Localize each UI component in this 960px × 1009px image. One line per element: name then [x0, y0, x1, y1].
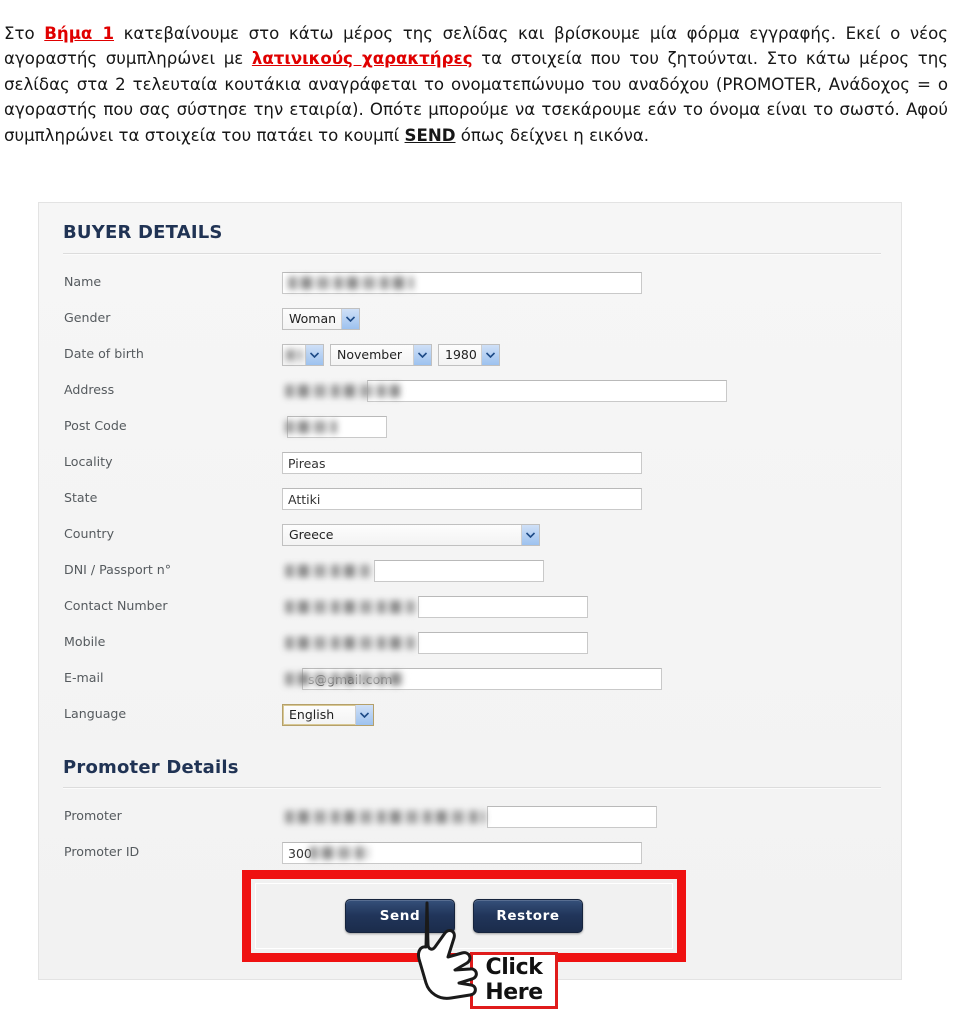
address-label: Address [64, 381, 115, 397]
date-of-birth-label: Date of birth [64, 345, 144, 361]
field-row-address: Address [39, 373, 901, 409]
dob-day-select[interactable] [282, 343, 324, 366]
dni-label: DNI / Passport n° [64, 561, 172, 577]
promoter-input[interactable] [487, 805, 657, 828]
field-row-state: State Attiki [39, 481, 901, 517]
gender-select[interactable]: Woman [282, 307, 360, 330]
email-label: E-mail [64, 669, 104, 685]
address-input[interactable] [367, 379, 727, 402]
promoter-id-label: Promoter ID [64, 843, 140, 859]
click-here-line-2: Here [485, 980, 543, 1006]
name-input[interactable] [282, 271, 642, 294]
dob-year-value: 1980 [445, 347, 477, 363]
chevron-down-icon [341, 308, 359, 329]
state-label: State [64, 489, 98, 505]
field-row-date-of-birth: Date of birth November 1980 [39, 337, 901, 373]
dob-month-select[interactable]: November [330, 343, 432, 366]
restore-button[interactable]: Restore [473, 898, 583, 933]
country-select[interactable]: Greece [282, 523, 540, 546]
instruction-text-4: όπως δείχνει η εικόνα. [455, 125, 650, 145]
gender-select-value: Woman [289, 311, 337, 327]
language-label: Language [64, 705, 127, 721]
language-select-value: English [289, 707, 335, 723]
buyer-section-divider [63, 252, 881, 254]
redaction-promoter [285, 810, 485, 824]
language-select[interactable]: English [282, 703, 374, 726]
field-row-language: Language English [39, 697, 901, 733]
email-input[interactable]: s@gmail.com [302, 667, 662, 690]
locality-input[interactable]: Pireas [282, 451, 642, 474]
locality-label: Locality [64, 453, 113, 469]
send-button-callout-box: Send Restore [242, 869, 686, 962]
chevron-down-icon [355, 704, 373, 725]
promoter-id-input[interactable]: 300 [282, 841, 642, 864]
name-label: Name [64, 273, 102, 289]
instruction-text-1: Στο [4, 23, 45, 43]
field-row-mobile: Mobile [39, 625, 901, 661]
step-highlight: Βήμα 1 [44, 23, 115, 43]
buyer-details-heading: BUYER DETAILS [63, 221, 223, 243]
field-row-email: E-mail s@gmail.com [39, 661, 901, 697]
redaction-contact [285, 600, 415, 614]
promoter-details-heading: Promoter Details [63, 756, 239, 778]
mobile-label: Mobile [64, 633, 106, 649]
redaction-dni [285, 564, 370, 578]
postcode-input[interactable] [287, 415, 387, 438]
dni-input[interactable] [374, 559, 544, 582]
postcode-label: Post Code [64, 417, 127, 433]
field-row-country: Country Greece [39, 517, 901, 553]
dob-month-value: November [337, 347, 403, 363]
send-button[interactable]: Send [345, 898, 455, 933]
chevron-down-icon [481, 344, 499, 365]
field-row-gender: Gender Woman [39, 301, 901, 337]
field-row-promoter: Promoter [39, 799, 901, 835]
country-label: Country [64, 525, 115, 541]
promoter-section-divider [63, 786, 881, 788]
country-select-value: Greece [289, 527, 334, 543]
mobile-input[interactable] [418, 631, 588, 654]
chevron-down-icon [413, 344, 431, 365]
field-row-dni: DNI / Passport n° [39, 553, 901, 589]
state-input[interactable]: Attiki [282, 487, 642, 510]
field-row-name: Name [39, 265, 901, 301]
dob-year-select[interactable]: 1980 [438, 343, 500, 366]
gender-label: Gender [64, 309, 111, 325]
chevron-down-icon [305, 344, 323, 365]
contact-number-label: Contact Number [64, 597, 168, 613]
send-keyword: SEND [404, 125, 456, 145]
redaction-dob-day [286, 349, 302, 361]
promoter-label: Promoter [64, 807, 122, 823]
field-row-locality: Locality Pireas [39, 445, 901, 481]
registration-form-screenshot: BUYER DETAILS Name Gender Woman Date of … [38, 201, 902, 980]
redaction-mobile [285, 636, 415, 650]
contact-number-input[interactable] [418, 595, 588, 618]
field-row-postcode: Post Code [39, 409, 901, 445]
field-row-contact: Contact Number [39, 589, 901, 625]
field-row-promoter-id: Promoter ID 300 [39, 835, 901, 871]
instruction-paragraph: Στο Βήμα 1 κατεβαίνουμε στο κάτω μέρος τ… [0, 17, 952, 149]
latin-chars-highlight: λατινικούς χαρακτήρες [251, 49, 473, 69]
chevron-down-icon [521, 524, 539, 545]
